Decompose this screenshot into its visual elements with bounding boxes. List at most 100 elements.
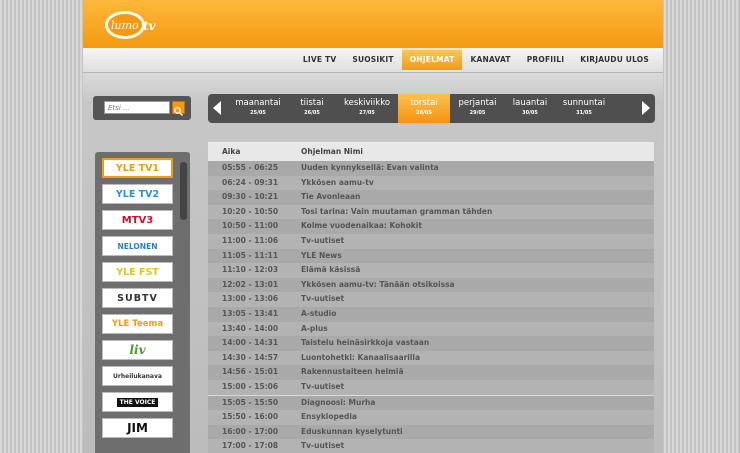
column-header-name: Ohjelman Nimi <box>301 147 364 156</box>
day-tab-keskiviikko[interactable]: keskiviikko 27/05 <box>336 94 398 123</box>
program-time: 11:05 - 11:11 <box>222 250 279 260</box>
channel-label: YLE TV1 <box>115 162 160 174</box>
program-time: 13:00 - 13:06 <box>222 294 279 304</box>
schedule-row[interactable]: 14:00 - 14:31 Taistelu heinäsirkkoja vast… <box>208 336 654 351</box>
program-time: 15:50 - 16:00 <box>222 412 279 422</box>
channel-label: YLE FST <box>116 266 159 278</box>
program-name: Luontohetki: Kanaalisaarilla <box>301 352 421 362</box>
day-label: keskiviikko <box>343 98 391 108</box>
schedule-row[interactable]: 13:40 - 14:00 A-plus <box>208 321 654 337</box>
channel-list: YLE TV1 YLE TV2 MTV3 NELONEN YLE FST SUB… <box>95 152 190 453</box>
channel-scrollbar[interactable] <box>180 162 187 220</box>
schedule-row[interactable]: 11:10 - 12:03 Elämä käsissä <box>208 263 654 278</box>
search-input[interactable] <box>104 101 170 114</box>
schedule-row[interactable]: 10:20 - 10:50 Tosi tarina: Vain muutaman … <box>208 204 654 220</box>
day-tab-maanantai[interactable]: maanantai 25/05 <box>228 94 288 123</box>
channel-yle-fst[interactable]: YLE FST <box>102 262 173 282</box>
main-content: maanantai 25/05 tiistai 26/05 keskiviikko 2… <box>83 73 663 453</box>
program-time: 13:05 - 13:41 <box>222 308 279 318</box>
channel-yle-teema[interactable]: YLE Teema <box>102 314 173 334</box>
column-header-time: Aika <box>222 147 241 156</box>
channel-subtv[interactable]: SUBTV <box>102 288 173 308</box>
schedule-row[interactable]: 11:00 - 11:06 Tv-uutiset <box>208 233 654 249</box>
program-time: 14:56 - 15:01 <box>222 367 279 377</box>
schedule-row[interactable]: 12:02 - 13:01 Ykkösen aamu-tv: Tänään ots… <box>208 277 654 293</box>
program-name: Ykkösen aamu-tv <box>301 177 374 187</box>
day-tab-torstai[interactable]: torstai 28/05 <box>398 94 450 123</box>
program-name: Ykkösen aamu-tv: Tänään otsikoissa <box>301 279 455 289</box>
schedule-row[interactable]: 13:00 - 13:06 Tv-uutiset <box>208 292 654 307</box>
program-time: 10:50 - 11:00 <box>222 221 279 231</box>
program-time: 05:55 - 06:25 <box>222 163 279 172</box>
schedule-row[interactable]: 09:30 - 10:21 Tie Avonleaan <box>208 190 654 205</box>
day-label: tiistai <box>300 98 324 108</box>
day-date: 31/05 <box>576 110 592 116</box>
day-date: 27/05 <box>359 110 375 116</box>
nav-kanavat[interactable]: KANAVAT <box>462 48 518 72</box>
program-name: Elämä käsissä <box>301 265 361 275</box>
channel-mtv3[interactable]: MTV3 <box>102 210 173 230</box>
day-label: lauantai <box>512 98 548 108</box>
day-label: sunnuntai <box>562 98 606 108</box>
program-time: 15:05 - 15:50 <box>222 397 279 407</box>
schedule-row[interactable]: 14:56 - 15:01 Rakennustaiteen helmiä <box>208 365 654 380</box>
program-name: A-studio <box>301 308 337 318</box>
day-tab-sunnuntai[interactable]: sunnuntai 31/05 <box>555 94 613 123</box>
channel-nelonen[interactable]: NELONEN <box>102 236 173 256</box>
channel-jim[interactable]: JIM <box>102 418 173 438</box>
channel-the-voice[interactable]: THE VOICE <box>102 392 173 412</box>
program-schedule: Aika Ohjelman Nimi 05:55 - 06:25 Uuden ky… <box>208 142 654 453</box>
nav-ohjelmat[interactable]: OHJELMAT <box>401 48 463 72</box>
day-date: 26/05 <box>304 110 320 116</box>
program-name: A-plus <box>301 323 328 333</box>
schedule-row[interactable]: 11:05 - 11:11 YLE News <box>208 248 654 264</box>
day-tab-perjantai[interactable]: perjantai 29/05 <box>450 94 505 123</box>
nav-profiili[interactable]: PROFIILI <box>519 48 573 72</box>
program-name: Tv-uutiset <box>301 441 345 451</box>
nav-live-tv[interactable]: LIVE TV <box>295 48 344 72</box>
schedule-row[interactable]: 17:00 - 17:08 Tv-uutiset <box>208 439 654 453</box>
schedule-row[interactable]: 10:50 - 11:00 Kolme vuodenaikaa: Kohokit <box>208 219 654 234</box>
program-name: Ensyklopedia <box>301 412 357 422</box>
channel-yle-tv2[interactable]: YLE TV2 <box>102 184 173 204</box>
search-button[interactable] <box>172 101 185 117</box>
schedule-row[interactable]: 13:05 - 13:41 A-studio <box>208 306 654 322</box>
schedule-row[interactable]: 15:50 - 16:00 Ensyklopedia <box>208 410 654 425</box>
day-date: 30/05 <box>522 110 538 116</box>
schedule-header: Aika Ohjelman Nimi <box>208 142 654 161</box>
program-time: 16:00 - 17:00 <box>222 426 279 436</box>
channel-label: NELONEN <box>117 241 158 251</box>
schedule-row[interactable]: 06:24 - 09:31 Ykkösen aamu-tv <box>208 175 654 191</box>
day-tab-tiistai[interactable]: tiistai 26/05 <box>288 94 336 123</box>
program-name: Uuden kynnyksellä: Evan valinta <box>301 163 439 172</box>
channel-yle-tv1[interactable]: YLE TV1 <box>102 158 173 178</box>
program-time: 14:00 - 14:31 <box>222 338 279 348</box>
schedule-row[interactable]: 15:05 - 15:50 Diagnoosi: Murha <box>208 394 654 411</box>
schedule-row[interactable]: 16:00 - 17:00 Eduskunnan kyselytunti <box>208 424 654 440</box>
program-name: Tv-uutiset <box>301 294 345 304</box>
channel-urheilukanava[interactable]: Urheilukanava <box>102 366 173 386</box>
logo-text-tv: tv <box>143 19 157 33</box>
day-date: 29/05 <box>469 110 486 116</box>
program-name: Taistelu heinäsirkkoja vastaan <box>301 338 430 348</box>
schedule-row[interactable]: 14:30 - 14:57 Luontohetki: Kanaalisaarill… <box>208 350 654 366</box>
channel-label: THE VOICE <box>116 397 159 407</box>
arrow-right-icon[interactable] <box>642 101 650 115</box>
top-navigation: LIVE TV SUOSIKIT OHJELMAT KANAVAT PROFII… <box>83 48 663 73</box>
day-tab-lauantai[interactable]: lauantai 30/05 <box>505 94 555 123</box>
schedule-row[interactable]: 05:55 - 06:25 Uuden kynnyksellä: Evan val… <box>208 161 654 176</box>
channel-label: SUBTV <box>117 292 158 304</box>
program-name: Kolme vuodenaikaa: Kohokit <box>301 221 422 231</box>
channel-label: MTV3 <box>121 214 154 226</box>
program-time: 06:24 - 09:31 <box>222 177 279 187</box>
nav-kirjaudu-ulos[interactable]: KIRJAUDU ULOS <box>572 48 657 72</box>
program-name: Eduskunnan kyselytunti <box>301 426 403 436</box>
arrow-left-icon[interactable] <box>213 101 221 115</box>
program-time: 11:10 - 12:03 <box>222 265 279 275</box>
program-time: 11:00 - 11:06 <box>222 235 279 245</box>
channel-liv[interactable]: liv <box>102 340 173 360</box>
nav-suosikit[interactable]: SUOSIKIT <box>344 48 401 72</box>
header: lumo tv <box>83 0 663 48</box>
schedule-row[interactable]: 15:00 - 15:06 Tv-uutiset <box>208 379 654 395</box>
lumo-tv-logo[interactable]: lumo tv <box>103 8 161 42</box>
